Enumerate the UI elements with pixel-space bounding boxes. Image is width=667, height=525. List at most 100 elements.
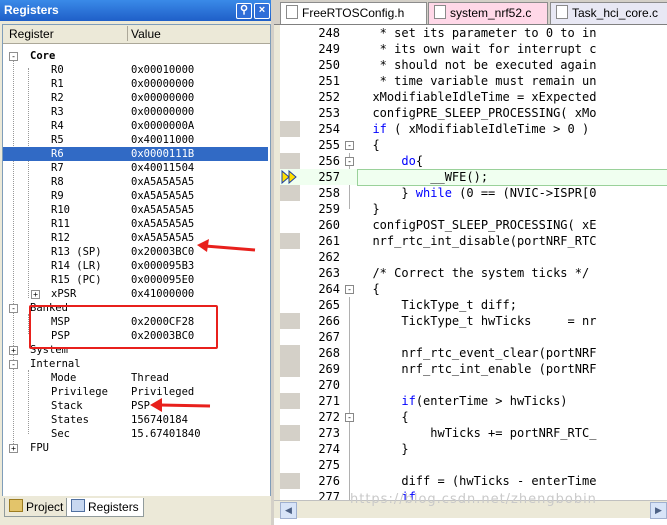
code-line[interactable]: 263 /* Correct the system ticks */ xyxy=(280,265,667,281)
watermark: https://blog.csdn.net/zhengbobin xyxy=(350,492,597,507)
register-row[interactable]: R5 0x40011000 xyxy=(3,133,268,147)
code-line[interactable]: 270 xyxy=(280,377,667,393)
registers-panel: Registers ⚲ × Register Value - Core R0 0x… xyxy=(0,0,271,525)
breakpoint-margin[interactable] xyxy=(280,473,300,489)
close-icon[interactable]: × xyxy=(254,3,270,19)
fold-toggle[interactable]: - xyxy=(345,413,354,422)
breakpoint-margin[interactable] xyxy=(280,313,300,329)
fold-toggle[interactable]: - xyxy=(345,285,354,294)
code-line[interactable]: 266 TickType_t hwTicks = nr xyxy=(280,313,667,329)
register-row[interactable]: R8 0xA5A5A5A5 xyxy=(3,175,268,189)
code-line[interactable]: 258 } while (0 == (NVIC->ISPR[0 xyxy=(280,185,667,201)
code-line[interactable]: 261 nrf_rtc_int_disable(portNRF_RTC xyxy=(280,233,667,249)
column-value[interactable]: Value xyxy=(131,27,161,41)
register-row-xpsr[interactable]: + xPSR 0x41000000 xyxy=(3,287,268,301)
registers-header: Register Value xyxy=(3,25,270,44)
expand-toggle[interactable]: + xyxy=(9,444,18,453)
code-line[interactable]: 262 xyxy=(280,249,667,265)
panel-tabs: Project Registers xyxy=(0,496,271,525)
breakpoint-margin[interactable] xyxy=(280,153,300,169)
register-row[interactable]: R4 0x0000000A xyxy=(3,119,268,133)
register-group-internal[interactable]: - Internal xyxy=(3,357,268,371)
register-row[interactable]: States 156740184 xyxy=(3,413,268,427)
breakpoint-margin[interactable] xyxy=(280,361,300,377)
register-row[interactable]: Mode Thread xyxy=(3,371,268,385)
code-line[interactable]: 275 xyxy=(280,457,667,473)
register-row[interactable]: R3 0x00000000 xyxy=(3,105,268,119)
file-tabs: FreeRTOSConfig.h system_nrf52.c Task_hci… xyxy=(274,0,667,25)
register-row[interactable]: R11 0xA5A5A5A5 xyxy=(3,217,268,231)
register-row-pc[interactable]: R15 (PC) 0x000095E0 xyxy=(3,273,268,287)
register-row-stack[interactable]: Stack PSP xyxy=(3,399,268,413)
file-icon xyxy=(556,5,568,19)
pin-icon[interactable]: ⚲ xyxy=(236,3,252,19)
code-line[interactable]: 264- { xyxy=(280,281,667,297)
code-line[interactable]: 272- { xyxy=(280,409,667,425)
register-row[interactable]: R1 0x00000000 xyxy=(3,77,268,91)
collapse-toggle[interactable]: - xyxy=(9,304,18,313)
code-line-current[interactable]: 257 __WFE(); xyxy=(280,169,667,186)
column-register[interactable]: Register xyxy=(9,27,54,41)
code-line[interactable]: 250 * should not be executed again xyxy=(280,57,667,73)
register-group-fpu[interactable]: + FPU xyxy=(3,441,268,455)
file-icon xyxy=(286,5,298,19)
breakpoint-margin[interactable] xyxy=(280,121,300,137)
fold-toggle[interactable]: - xyxy=(345,157,354,166)
code-line[interactable]: 252 xModifiableIdleTime = xExpected xyxy=(280,89,667,105)
breakpoint-margin[interactable] xyxy=(280,233,300,249)
code-line[interactable]: 256- do{ xyxy=(280,153,667,169)
code-line[interactable]: 274 } xyxy=(280,441,667,457)
register-row[interactable]: R2 0x00000000 xyxy=(3,91,268,105)
code-line[interactable]: 260 configPOST_SLEEP_PROCESSING( xE xyxy=(280,217,667,233)
register-row[interactable]: R10 0xA5A5A5A5 xyxy=(3,203,268,217)
breakpoint-margin[interactable] xyxy=(280,393,300,409)
code-line[interactable]: 251 * time variable must remain un xyxy=(280,73,667,89)
tab-registers[interactable]: Registers xyxy=(66,498,144,517)
register-row-lr[interactable]: R14 (LR) 0x000095B3 xyxy=(3,259,268,273)
fold-toggle[interactable]: - xyxy=(345,141,354,150)
register-row-selected[interactable]: R6 0x0000111B xyxy=(3,147,268,161)
code-line[interactable]: 271 if(enterTime > hwTicks) xyxy=(280,393,667,409)
code-line[interactable]: 253 configPRE_SLEEP_PROCESSING( xMo xyxy=(280,105,667,121)
annotation-arrow-stack xyxy=(150,398,211,412)
register-row[interactable]: R0 0x00010000 xyxy=(3,63,268,77)
project-icon xyxy=(9,499,23,512)
file-icon xyxy=(434,5,446,19)
expand-toggle[interactable]: + xyxy=(31,290,40,299)
register-group-core[interactable]: - Core xyxy=(3,49,268,63)
scroll-right-icon[interactable]: ▶ xyxy=(650,502,667,519)
tab-task-hci-core[interactable]: Task_hci_core.c xyxy=(550,2,667,24)
code-line[interactable]: 248 * set its parameter to 0 to in xyxy=(280,25,667,41)
breakpoint-margin[interactable] xyxy=(280,425,300,441)
tab-system-nrf52[interactable]: system_nrf52.c xyxy=(428,2,548,24)
code-line[interactable]: 268 nrf_rtc_event_clear(portNRF xyxy=(280,345,667,361)
code-line[interactable]: 265 TickType_t diff; xyxy=(280,297,667,313)
breakpoint-margin[interactable] xyxy=(280,185,300,201)
expand-toggle[interactable]: + xyxy=(9,346,18,355)
code-line[interactable]: 269 nrf_rtc_int_enable (portNRF xyxy=(280,361,667,377)
code-line[interactable]: 273 hwTicks += portNRF_RTC_ xyxy=(280,425,667,441)
register-row[interactable]: R9 0xA5A5A5A5 xyxy=(3,189,268,203)
code-line[interactable]: 255- { xyxy=(280,137,667,153)
register-row[interactable]: Sec 15.67401840 xyxy=(3,427,268,441)
scroll-left-icon[interactable]: ◀ xyxy=(280,502,297,519)
code-line[interactable]: 249 * its own wait for interrupt c xyxy=(280,41,667,57)
collapse-toggle[interactable]: - xyxy=(9,360,18,369)
code-area[interactable]: 248 * set its parameter to 0 to in 249 *… xyxy=(280,25,667,500)
breakpoint-margin[interactable] xyxy=(280,345,300,361)
execution-pointer-icon xyxy=(280,169,300,185)
registers-titlebar: Registers ⚲ × xyxy=(0,0,271,21)
code-line[interactable]: 254 if ( xModifiableIdleTime > 0 ) xyxy=(280,121,667,137)
registers-title: Registers xyxy=(4,3,59,17)
code-line[interactable]: 276 diff = (hwTicks - enterTime xyxy=(280,473,667,489)
register-row[interactable]: Privilege Privileged xyxy=(3,385,268,399)
collapse-toggle[interactable]: - xyxy=(9,52,18,61)
code-editor: FreeRTOSConfig.h system_nrf52.c Task_hci… xyxy=(274,0,667,525)
registers-icon xyxy=(71,499,85,512)
register-row[interactable]: R7 0x40011504 xyxy=(3,161,268,175)
tab-freertosconfig[interactable]: FreeRTOSConfig.h xyxy=(280,2,427,24)
code-line[interactable]: 267 xyxy=(280,329,667,345)
tab-project[interactable]: Project xyxy=(4,498,69,517)
code-line[interactable]: 259 } xyxy=(280,201,667,217)
annotation-arrow-sp xyxy=(197,239,256,252)
